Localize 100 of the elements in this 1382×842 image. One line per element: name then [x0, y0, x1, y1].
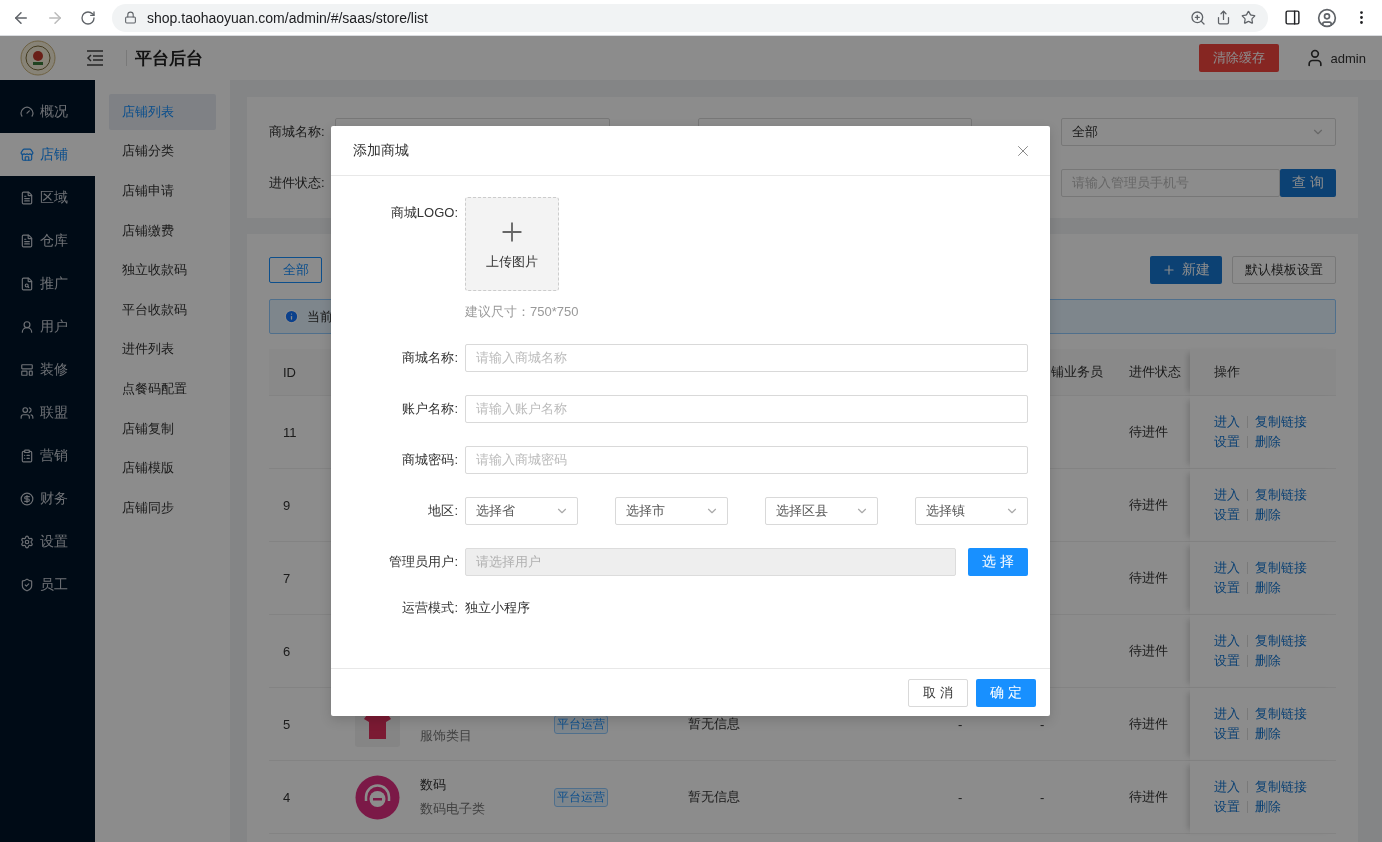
sidebar-item[interactable]: 店铺: [0, 133, 95, 176]
region-select[interactable]: 选择省: [465, 497, 578, 525]
column-header: ID: [283, 364, 296, 380]
url-text: shop.taohaoyuan.com/admin/#/saas/store/list: [147, 9, 428, 26]
field-label: 地区:: [427, 502, 458, 520]
submenu-item[interactable]: 店铺模版: [109, 450, 216, 486]
submenu-item[interactable]: 店铺缴费: [109, 212, 216, 249]
action-link[interactable]: 删除: [1255, 433, 1307, 451]
gauge-icon: [20, 104, 34, 119]
action-link[interactable]: 设置: [1214, 652, 1240, 670]
submenu-item[interactable]: 店铺申请: [109, 173, 216, 209]
menu-fold-icon[interactable]: [86, 50, 104, 66]
lock-icon: [124, 11, 137, 24]
submenu-item[interactable]: 店铺同步: [109, 489, 216, 526]
filter-tab[interactable]: 全部: [269, 257, 322, 283]
sidebar-item[interactable]: 设置: [0, 520, 95, 563]
table-cell: 7: [283, 570, 291, 586]
table-cell: 待进件: [1129, 715, 1168, 733]
status-select[interactable]: 全部: [1061, 118, 1336, 146]
field-label: 商城LOGO:: [389, 204, 458, 222]
submenu-item[interactable]: 进件列表: [109, 331, 216, 368]
region-select[interactable]: 选择镇: [915, 497, 1028, 525]
action-link[interactable]: 复制链接: [1255, 632, 1307, 650]
sidebar-item[interactable]: 区域: [0, 176, 95, 219]
template-settings-button[interactable]: 默认模板设置: [1232, 256, 1336, 284]
zoom-icon[interactable]: [1190, 9, 1206, 26]
action-link[interactable]: 设置: [1214, 798, 1240, 816]
alert-text: 当前: [307, 307, 333, 326]
status-tag: 平台运营: [554, 787, 608, 807]
user-name[interactable]: admin: [1330, 50, 1366, 66]
action-link[interactable]: 删除: [1255, 652, 1307, 670]
sidebar-item[interactable]: 装修: [0, 348, 95, 391]
sidebar-item[interactable]: 用户: [0, 305, 95, 348]
action-link[interactable]: 复制链接: [1255, 559, 1307, 577]
submenu-item[interactable]: 点餐码配置: [109, 371, 216, 407]
side-panel-icon[interactable]: [1284, 9, 1301, 26]
share-icon[interactable]: [1216, 10, 1231, 25]
submenu-item[interactable]: 店铺列表: [109, 94, 216, 130]
action-link[interactable]: 进入: [1214, 413, 1240, 431]
action-link[interactable]: 进入: [1214, 705, 1240, 723]
table-cell: 待进件: [1129, 496, 1168, 514]
sidebar-item[interactable]: 财务: [0, 477, 95, 520]
new-button[interactable]: 新建: [1150, 256, 1222, 284]
sidebar-item[interactable]: 员工: [0, 563, 95, 606]
action-link[interactable]: 设置: [1214, 579, 1240, 597]
dollar-icon: [20, 491, 34, 506]
submenu-item[interactable]: 平台收款码: [109, 291, 216, 328]
action-link[interactable]: 删除: [1255, 579, 1307, 597]
address-bar[interactable]: shop.taohaoyuan.com/admin/#/saas/store/list: [112, 3, 1268, 32]
column-header: 操作: [1214, 363, 1240, 381]
star-icon[interactable]: [1241, 10, 1256, 25]
input-field[interactable]: 请输入商城名称: [465, 344, 1028, 372]
category-text: 服饰类目: [420, 727, 472, 745]
action-link[interactable]: 删除: [1255, 798, 1307, 816]
action-link[interactable]: 复制链接: [1255, 778, 1307, 796]
search-button[interactable]: 查 询: [1280, 169, 1336, 197]
category-text: 数码电子类: [420, 800, 485, 818]
upload-area[interactable]: 上传图片: [465, 197, 559, 291]
table-cell: 4: [283, 789, 291, 805]
submenu-item[interactable]: 店铺分类: [109, 133, 216, 170]
table-cell: 待进件: [1129, 642, 1168, 660]
submenu-item[interactable]: 店铺复制: [109, 410, 216, 447]
layout-icon: [20, 362, 34, 377]
sidebar-item[interactable]: 联盟: [0, 391, 95, 434]
action-link[interactable]: 进入: [1214, 632, 1240, 650]
action-link[interactable]: 进入: [1214, 559, 1240, 577]
sidebar-item[interactable]: 仓库: [0, 219, 95, 262]
confirm-button[interactable]: 确 定: [976, 678, 1036, 707]
sidebar-item[interactable]: 概况: [0, 90, 95, 133]
action-link[interactable]: 进入: [1214, 486, 1240, 504]
store-name: 数码: [420, 776, 447, 794]
field-label: 商城名称:: [269, 123, 326, 141]
upload-text: 上传图片: [486, 253, 538, 271]
dialog-title: 添加商城: [353, 141, 409, 160]
table-cell: 9: [283, 497, 291, 513]
reload-icon[interactable]: [80, 9, 96, 26]
action-link[interactable]: 删除: [1255, 506, 1307, 524]
logo-icon: [20, 40, 56, 76]
input-field[interactable]: 请输入账户名称: [465, 395, 1028, 423]
input-field[interactable]: 请输入商城密码: [465, 446, 1028, 474]
cancel-button[interactable]: 取 消: [908, 678, 969, 707]
action-link[interactable]: 复制链接: [1255, 413, 1307, 431]
action-link[interactable]: 删除: [1255, 725, 1307, 743]
action-link[interactable]: 复制链接: [1255, 705, 1307, 723]
action-link[interactable]: 设置: [1214, 725, 1240, 743]
action-link[interactable]: 设置: [1214, 506, 1240, 524]
table-cell: 暂无信息: [688, 715, 740, 733]
list-icon: [20, 448, 34, 463]
region-select[interactable]: 选择区县: [765, 497, 878, 525]
action-link[interactable]: 复制链接: [1255, 486, 1307, 504]
sidebar-item[interactable]: 推广: [0, 262, 95, 305]
profile-icon[interactable]: [1317, 7, 1337, 28]
region-select[interactable]: 选择市: [615, 497, 728, 525]
plus-icon: [1162, 263, 1176, 277]
submenu-item[interactable]: 独立收款码: [109, 252, 216, 288]
clear-cache-button[interactable]: 清除缓存: [1198, 44, 1279, 72]
action-link[interactable]: 进入: [1214, 778, 1240, 796]
action-link[interactable]: 设置: [1214, 433, 1240, 451]
column-header: 进件状态: [1129, 363, 1181, 381]
sidebar-item[interactable]: 营销: [0, 434, 95, 477]
